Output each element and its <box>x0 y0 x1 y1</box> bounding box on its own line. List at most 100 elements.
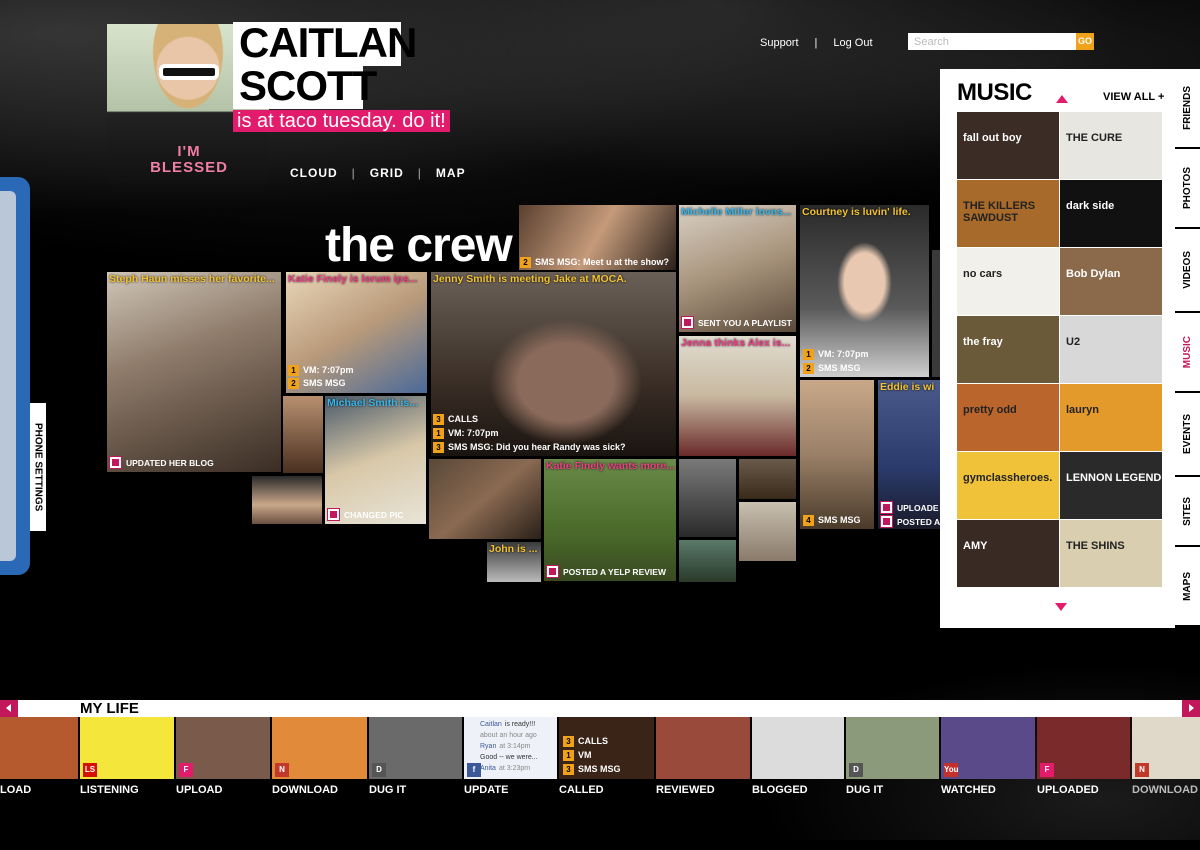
stat-text: CALLS <box>448 414 478 424</box>
my-life-prev-button[interactable] <box>0 700 18 717</box>
album-cover[interactable]: dark side <box>1060 180 1162 247</box>
reply-time: at 3:14pm <box>499 743 531 750</box>
album-cover[interactable]: THE SHINS <box>1060 520 1162 587</box>
view-cloud-link[interactable]: CLOUD <box>290 166 338 180</box>
my-life-label[interactable]: BLOGGED <box>752 784 808 796</box>
my-life-item[interactable]: N <box>272 717 367 779</box>
crew-tile-katie[interactable]: Katie Finely is lorum ips... 1 VM: 7:07pm… <box>286 272 427 393</box>
source-icon: N <box>1135 763 1149 777</box>
album-cover[interactable]: AMY <box>957 520 1059 587</box>
crew-tile-small[interactable] <box>283 396 323 473</box>
view-all-link[interactable]: VIEW ALL + <box>1103 91 1164 103</box>
my-life-label[interactable]: CALLED <box>559 784 604 796</box>
my-life-item[interactable]: Caitlan is ready!!! about an hour ago Ryan a… <box>464 717 557 779</box>
side-tab-label: SITES <box>1182 496 1193 526</box>
my-life-item[interactable]: LS <box>80 717 174 779</box>
crew-tile-jenna[interactable]: Jenna thinks Alex is... <box>679 336 796 456</box>
activity-icon <box>681 316 694 329</box>
crew-tile-courtney[interactable]: Courtney is luvin' life. 1 VM: 7:07pm 2 SM… <box>800 205 929 377</box>
scroll-down-icon[interactable] <box>1055 603 1067 611</box>
crew-tile-small[interactable] <box>429 459 541 539</box>
my-life-label[interactable]: UPLOADED <box>1037 784 1099 796</box>
side-tab-music[interactable]: MUSIC <box>1172 313 1200 393</box>
my-life-item[interactable] <box>656 717 750 779</box>
album-cover[interactable]: pretty odd <box>957 384 1059 451</box>
phone-settings-label: PHONE SETTINGS <box>32 422 44 512</box>
my-life-label[interactable]: WATCHED <box>941 784 996 796</box>
crew-tile-michelle[interactable]: Michelle Miller loves... SENT YOU A PLAY… <box>679 205 796 332</box>
shirt-text: I'M BLESSED <box>150 143 228 176</box>
crew-tile-small[interactable] <box>739 459 796 499</box>
album-cover[interactable]: THE CURE <box>1060 112 1162 179</box>
crew-tile-michael[interactable]: Michael Smith is... CHANGED PIC <box>325 396 426 524</box>
crew-tile-small[interactable] <box>252 476 322 524</box>
my-life-item[interactable] <box>752 717 844 779</box>
album-cover[interactable]: fall out boy <box>957 112 1059 179</box>
crew-tile-small[interactable] <box>932 250 940 377</box>
my-life-next-button[interactable] <box>1182 700 1200 717</box>
crew-tile-katie-yelp[interactable]: Katie Finely wants more... POSTED A YELP… <box>544 459 676 581</box>
search-input[interactable] <box>908 33 1076 50</box>
my-life-item[interactable]: 3 CALLS 1 VM 3 SMS MSG <box>559 717 654 779</box>
crew-tile-sms[interactable]: 4 SMS MSG <box>800 380 874 529</box>
album-cover[interactable]: LENNON LEGEND <box>1060 452 1162 519</box>
crew-tile-small[interactable] <box>739 502 796 561</box>
crew-tile-steph[interactable]: Steph Haun misses her favorite... UPDATE… <box>107 272 281 472</box>
album-cover[interactable]: the fray <box>957 316 1059 383</box>
side-tab-sites[interactable]: SITES <box>1175 477 1200 547</box>
stat-text: SMS MSG: Did you hear Randy was sick? <box>448 442 626 452</box>
my-life-item[interactable]: F <box>1037 717 1130 779</box>
side-tab-photos[interactable]: PHOTOS <box>1175 149 1200 229</box>
profile-status[interactable]: is at taco tuesday. do it! <box>233 110 450 132</box>
nav-separator: | <box>417 166 422 180</box>
crew-tile-small[interactable] <box>679 540 736 582</box>
my-life-label[interactable]: LOAD <box>0 784 31 796</box>
activity-tag: UPDATED HER BLOG <box>109 456 214 469</box>
side-tab-maps[interactable]: MAPS <box>1175 547 1200 627</box>
album-cover[interactable]: lauryn <box>1060 384 1162 451</box>
my-life-item[interactable] <box>0 717 78 779</box>
album-cover[interactable]: U2 <box>1060 316 1162 383</box>
crew-tile-jenny[interactable]: Jenny Smith is meeting Jake at MOCA. 3 CA… <box>431 272 676 456</box>
phone-settings-tab[interactable]: PHONE SETTINGS <box>30 403 46 531</box>
source-icon: You <box>944 763 959 777</box>
my-life-item[interactable]: N <box>1132 717 1200 779</box>
search-go-button[interactable]: GO <box>1076 33 1094 50</box>
view-grid-link[interactable]: GRID <box>370 166 404 180</box>
crew-tile-eddie[interactable]: Eddie is wi UPLOADE POSTED A <box>878 380 940 529</box>
my-life-label[interactable]: REVIEWED <box>656 784 715 796</box>
album-cover[interactable]: no cars <box>957 248 1059 315</box>
my-life-label[interactable]: UPDATE <box>464 784 508 796</box>
my-life-label[interactable]: LISTENING <box>80 784 139 796</box>
side-tab-friends[interactable]: FRIENDS <box>1175 69 1200 149</box>
my-life-item[interactable]: F <box>176 717 270 779</box>
scroll-up-icon[interactable] <box>1056 95 1068 103</box>
my-life-item[interactable]: You <box>941 717 1035 779</box>
album-cover[interactable]: gymclassheroes. <box>957 452 1059 519</box>
my-life-label[interactable]: UPLOAD <box>176 784 222 796</box>
album-cover[interactable]: Bob Dylan <box>1060 248 1162 315</box>
my-life-label[interactable]: DUG IT <box>369 784 406 796</box>
stat-count: 2 <box>803 363 814 374</box>
support-link[interactable]: Support <box>760 37 799 49</box>
my-life-label[interactable]: DUG IT <box>846 784 883 796</box>
crew-tile-meet[interactable]: 2 SMS MSG: Meet u at the show? <box>519 205 676 270</box>
plus-icon: + <box>1158 91 1165 103</box>
phone-device[interactable] <box>0 177 30 575</box>
logout-link[interactable]: Log Out <box>833 37 872 49</box>
my-life-item[interactable]: D <box>846 717 939 779</box>
my-life-item[interactable]: D <box>369 717 462 779</box>
my-life-label[interactable]: DOWNLOAD <box>1132 784 1198 796</box>
album-cover[interactable]: THE KILLERS SAWDUST <box>957 180 1059 247</box>
source-icon: D <box>372 763 386 777</box>
my-life-label[interactable]: DOWNLOAD <box>272 784 338 796</box>
crew-tile-small[interactable] <box>679 459 736 537</box>
activity-icon <box>880 501 893 514</box>
view-map-link[interactable]: MAP <box>436 166 466 180</box>
album-title: U2 <box>1066 336 1081 348</box>
side-tab-events[interactable]: EVENTS <box>1175 393 1200 477</box>
stat-text: CALLS <box>578 736 608 746</box>
source-icon: LS <box>83 763 97 777</box>
crew-tile-john[interactable]: John is ... <box>487 542 541 582</box>
side-tab-videos[interactable]: VIDEOS <box>1175 229 1200 313</box>
